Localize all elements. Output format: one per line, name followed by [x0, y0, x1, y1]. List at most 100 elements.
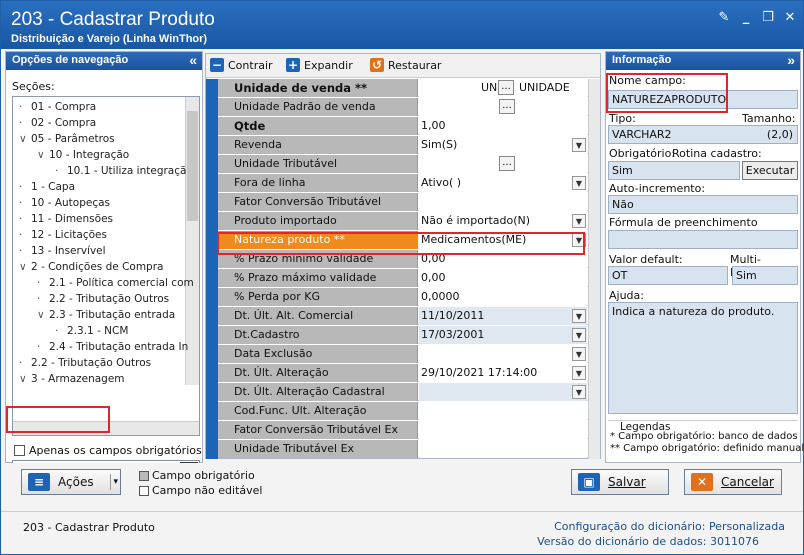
- grid-row-value[interactable]: Medicamentos(ME) ▼: [419, 231, 587, 249]
- tree-item[interactable]: · 10 - Autopeças: [19, 195, 110, 211]
- chevron-down-icon[interactable]: ▼: [572, 328, 586, 342]
- grid-row[interactable]: Unidade de venda ** UN... UNIDADE: [218, 79, 588, 97]
- ellipsis-button[interactable]: ...: [499, 99, 515, 114]
- grid-row[interactable]: Data Exclusão ▼: [218, 345, 588, 363]
- contrair-button[interactable]: − Contrair: [210, 58, 273, 72]
- grid-row-value[interactable]: ...: [419, 155, 587, 173]
- chevron-down-icon[interactable]: ▼: [572, 385, 586, 399]
- grid-row-value[interactable]: 1,00: [419, 117, 587, 135]
- collapse-left-icon[interactable]: «: [189, 52, 197, 68]
- tree-item[interactable]: ∨ 2.3 - Tributação entrada: [37, 307, 175, 323]
- only-required-checkbox[interactable]: Apenas os campos obrigatórios: [14, 444, 202, 457]
- chevron-down-icon[interactable]: ∨: [37, 307, 49, 323]
- chevron-down-icon[interactable]: ▼: [572, 347, 586, 361]
- tree-horizontal-scrollbar[interactable]: [13, 421, 199, 435]
- grid-row-value[interactable]: 0,0000: [419, 288, 587, 306]
- grid-row[interactable]: Produto importado Não é importado(N) ▼: [218, 212, 588, 230]
- save-icon: ▣: [578, 473, 600, 491]
- tree-item-label: 2.1 - Política comercial com: [49, 277, 194, 289]
- grid-row[interactable]: Unidade Padrão de venda...: [218, 98, 588, 116]
- grid-row-value[interactable]: ...: [419, 98, 587, 116]
- grid-row-value[interactable]: 0,00: [419, 250, 587, 268]
- grid-row[interactable]: Unidade Tributável...: [218, 155, 588, 173]
- grid-row[interactable]: Fator Conversão Tributável: [218, 193, 588, 211]
- expandir-button[interactable]: + Expandir: [286, 58, 353, 72]
- grid-row[interactable]: % Perda por KG 0,0000: [218, 288, 588, 306]
- grid-row[interactable]: % Prazo máximo validade produto0,00: [218, 269, 588, 302]
- tree-item[interactable]: · 2.2 - Tributação Outros: [37, 291, 169, 307]
- grid-row[interactable]: Unidade Tributável Ex: [218, 440, 588, 458]
- grid-row[interactable]: Revenda Sim(S) ▼: [218, 136, 588, 154]
- chevron-down-icon[interactable]: ▼: [572, 309, 586, 323]
- tree-item[interactable]: · 13 - Inservível: [19, 243, 106, 259]
- grid-row-value[interactable]: Não é importado(N) ▼: [419, 212, 587, 230]
- tree-item[interactable]: ∨ 2 - Condições de Compra: [19, 259, 163, 275]
- salvar-button[interactable]: ▣ Salvar: [571, 469, 669, 495]
- chevron-down-icon[interactable]: ▼: [572, 366, 586, 380]
- chevron-down-icon[interactable]: ∨: [19, 259, 31, 275]
- grid-row-value[interactable]: [419, 193, 587, 211]
- grid-row[interactable]: Qtde unit.embalagem(Venda) *1,00: [218, 117, 588, 151]
- tree-item[interactable]: · 10.1 - Utiliza integraçã: [55, 163, 186, 179]
- chevron-down-icon[interactable]: ▼: [572, 138, 586, 152]
- grid-row-value[interactable]: UN... UNIDADE: [419, 79, 587, 97]
- grid-row-value[interactable]: 17/03/2001 ▼: [419, 326, 587, 344]
- grid-vertical-scrollbar[interactable]: [588, 79, 600, 459]
- grid-row[interactable]: Natureza produto ** Medicamentos(ME) ▼: [218, 231, 588, 249]
- config-info: Configuração do dicionário: Personalizad…: [554, 520, 785, 533]
- tree-item[interactable]: · 2.4 - Tributação entrada In: [37, 339, 188, 355]
- grid-row[interactable]: Dt. Últ. Alteração 29/10/2021 17:14:00 ▼: [218, 364, 588, 382]
- acoes-label: Ações: [58, 475, 94, 489]
- ellipsis-button[interactable]: ...: [499, 156, 515, 171]
- grid-row-value[interactable]: ▼: [419, 383, 587, 401]
- grid-row-value[interactable]: [419, 421, 587, 439]
- tree-item[interactable]: · 2.2 - Tributação Outros: [19, 355, 151, 371]
- acoes-button[interactable]: ≡ Ações ▾: [21, 469, 121, 495]
- close-icon[interactable]: ✕: [783, 11, 797, 25]
- cancelar-button[interactable]: ✕ Cancelar: [684, 469, 782, 495]
- grid-row[interactable]: Cod.Func. Ult. Alteração Cadastral: [218, 402, 588, 435]
- grid-row[interactable]: Dt.Cadastro 17/03/2001 ▼: [218, 326, 588, 344]
- tree-item[interactable]: · 2.1 - Política comercial com: [37, 275, 194, 291]
- tree-item[interactable]: ∨ 10 - Integração: [37, 147, 129, 163]
- grid-row[interactable]: Fora de linha Ativo( ) ▼: [218, 174, 588, 192]
- chevron-down-icon[interactable]: ∨: [37, 147, 49, 163]
- tree-item[interactable]: · 01 - Compra: [19, 99, 96, 115]
- executar-button[interactable]: Executar: [742, 161, 798, 180]
- grid-row-value[interactable]: [419, 402, 587, 420]
- navigation-header: Opções de navegação «: [6, 52, 202, 70]
- grid-row-value[interactable]: [419, 440, 587, 458]
- tree-item[interactable]: ∨ 05 - Parâmetros: [19, 131, 115, 147]
- grid-row-value[interactable]: 29/10/2021 17:14:00 ▼: [419, 364, 587, 382]
- chevron-down-icon[interactable]: ▼: [572, 233, 586, 247]
- edit-icon[interactable]: ✎: [717, 11, 731, 25]
- grid-row[interactable]: % Prazo mínimo validade produto0,00: [218, 250, 588, 283]
- chevron-down-icon[interactable]: ∨: [19, 131, 31, 147]
- tree-item[interactable]: ∨ 3 - Armazenagem: [19, 371, 125, 387]
- grid-row-value[interactable]: Ativo( ) ▼: [419, 174, 587, 192]
- grid-row-value[interactable]: Sim(S) ▼: [419, 136, 587, 154]
- sections-tree[interactable]: · 01 - Compra · 02 - Compra ∨ 05 - Parâmetros…: [12, 96, 200, 436]
- chevron-down-icon[interactable]: ▼: [572, 214, 586, 228]
- property-grid: Unidade de venda ** UN... UNIDADE Unidade P…: [206, 79, 600, 459]
- tree-item[interactable]: · 12 - Licitações: [19, 227, 107, 243]
- checkbox-box[interactable]: [14, 445, 25, 456]
- chevron-down-icon[interactable]: ▼: [572, 176, 586, 190]
- tree-item[interactable]: · 1 - Capa: [19, 179, 75, 195]
- collapse-right-icon[interactable]: »: [787, 52, 795, 68]
- grid-row-value[interactable]: ▼: [419, 345, 587, 363]
- grid-row-value[interactable]: 11/10/2011 ▼: [419, 307, 587, 325]
- minimize-icon[interactable]: _: [739, 11, 753, 25]
- grid-row[interactable]: Fator Conversão Tributável Ex: [218, 421, 588, 439]
- grid-row[interactable]: Dt. Últ. Alteração Cadastral ▼: [218, 383, 588, 401]
- restore-icon[interactable]: ❐: [761, 11, 775, 25]
- chevron-down-icon[interactable]: ∨: [19, 371, 31, 387]
- tree-item[interactable]: · 02 - Compra: [19, 115, 96, 131]
- tree-item[interactable]: · 11 - Dimensões: [19, 211, 113, 227]
- grid-row[interactable]: Dt. Últ. Alt. Comercial 11/10/2011 ▼: [218, 307, 588, 325]
- acoes-dropdown-icon[interactable]: ▾: [110, 474, 118, 490]
- tree-item[interactable]: · 2.3.1 - NCM: [55, 323, 128, 339]
- grid-row-value[interactable]: 0,00: [419, 269, 587, 287]
- restaurar-button[interactable]: ↺ Restaurar: [370, 58, 441, 72]
- ellipsis-button[interactable]: ...: [498, 80, 514, 95]
